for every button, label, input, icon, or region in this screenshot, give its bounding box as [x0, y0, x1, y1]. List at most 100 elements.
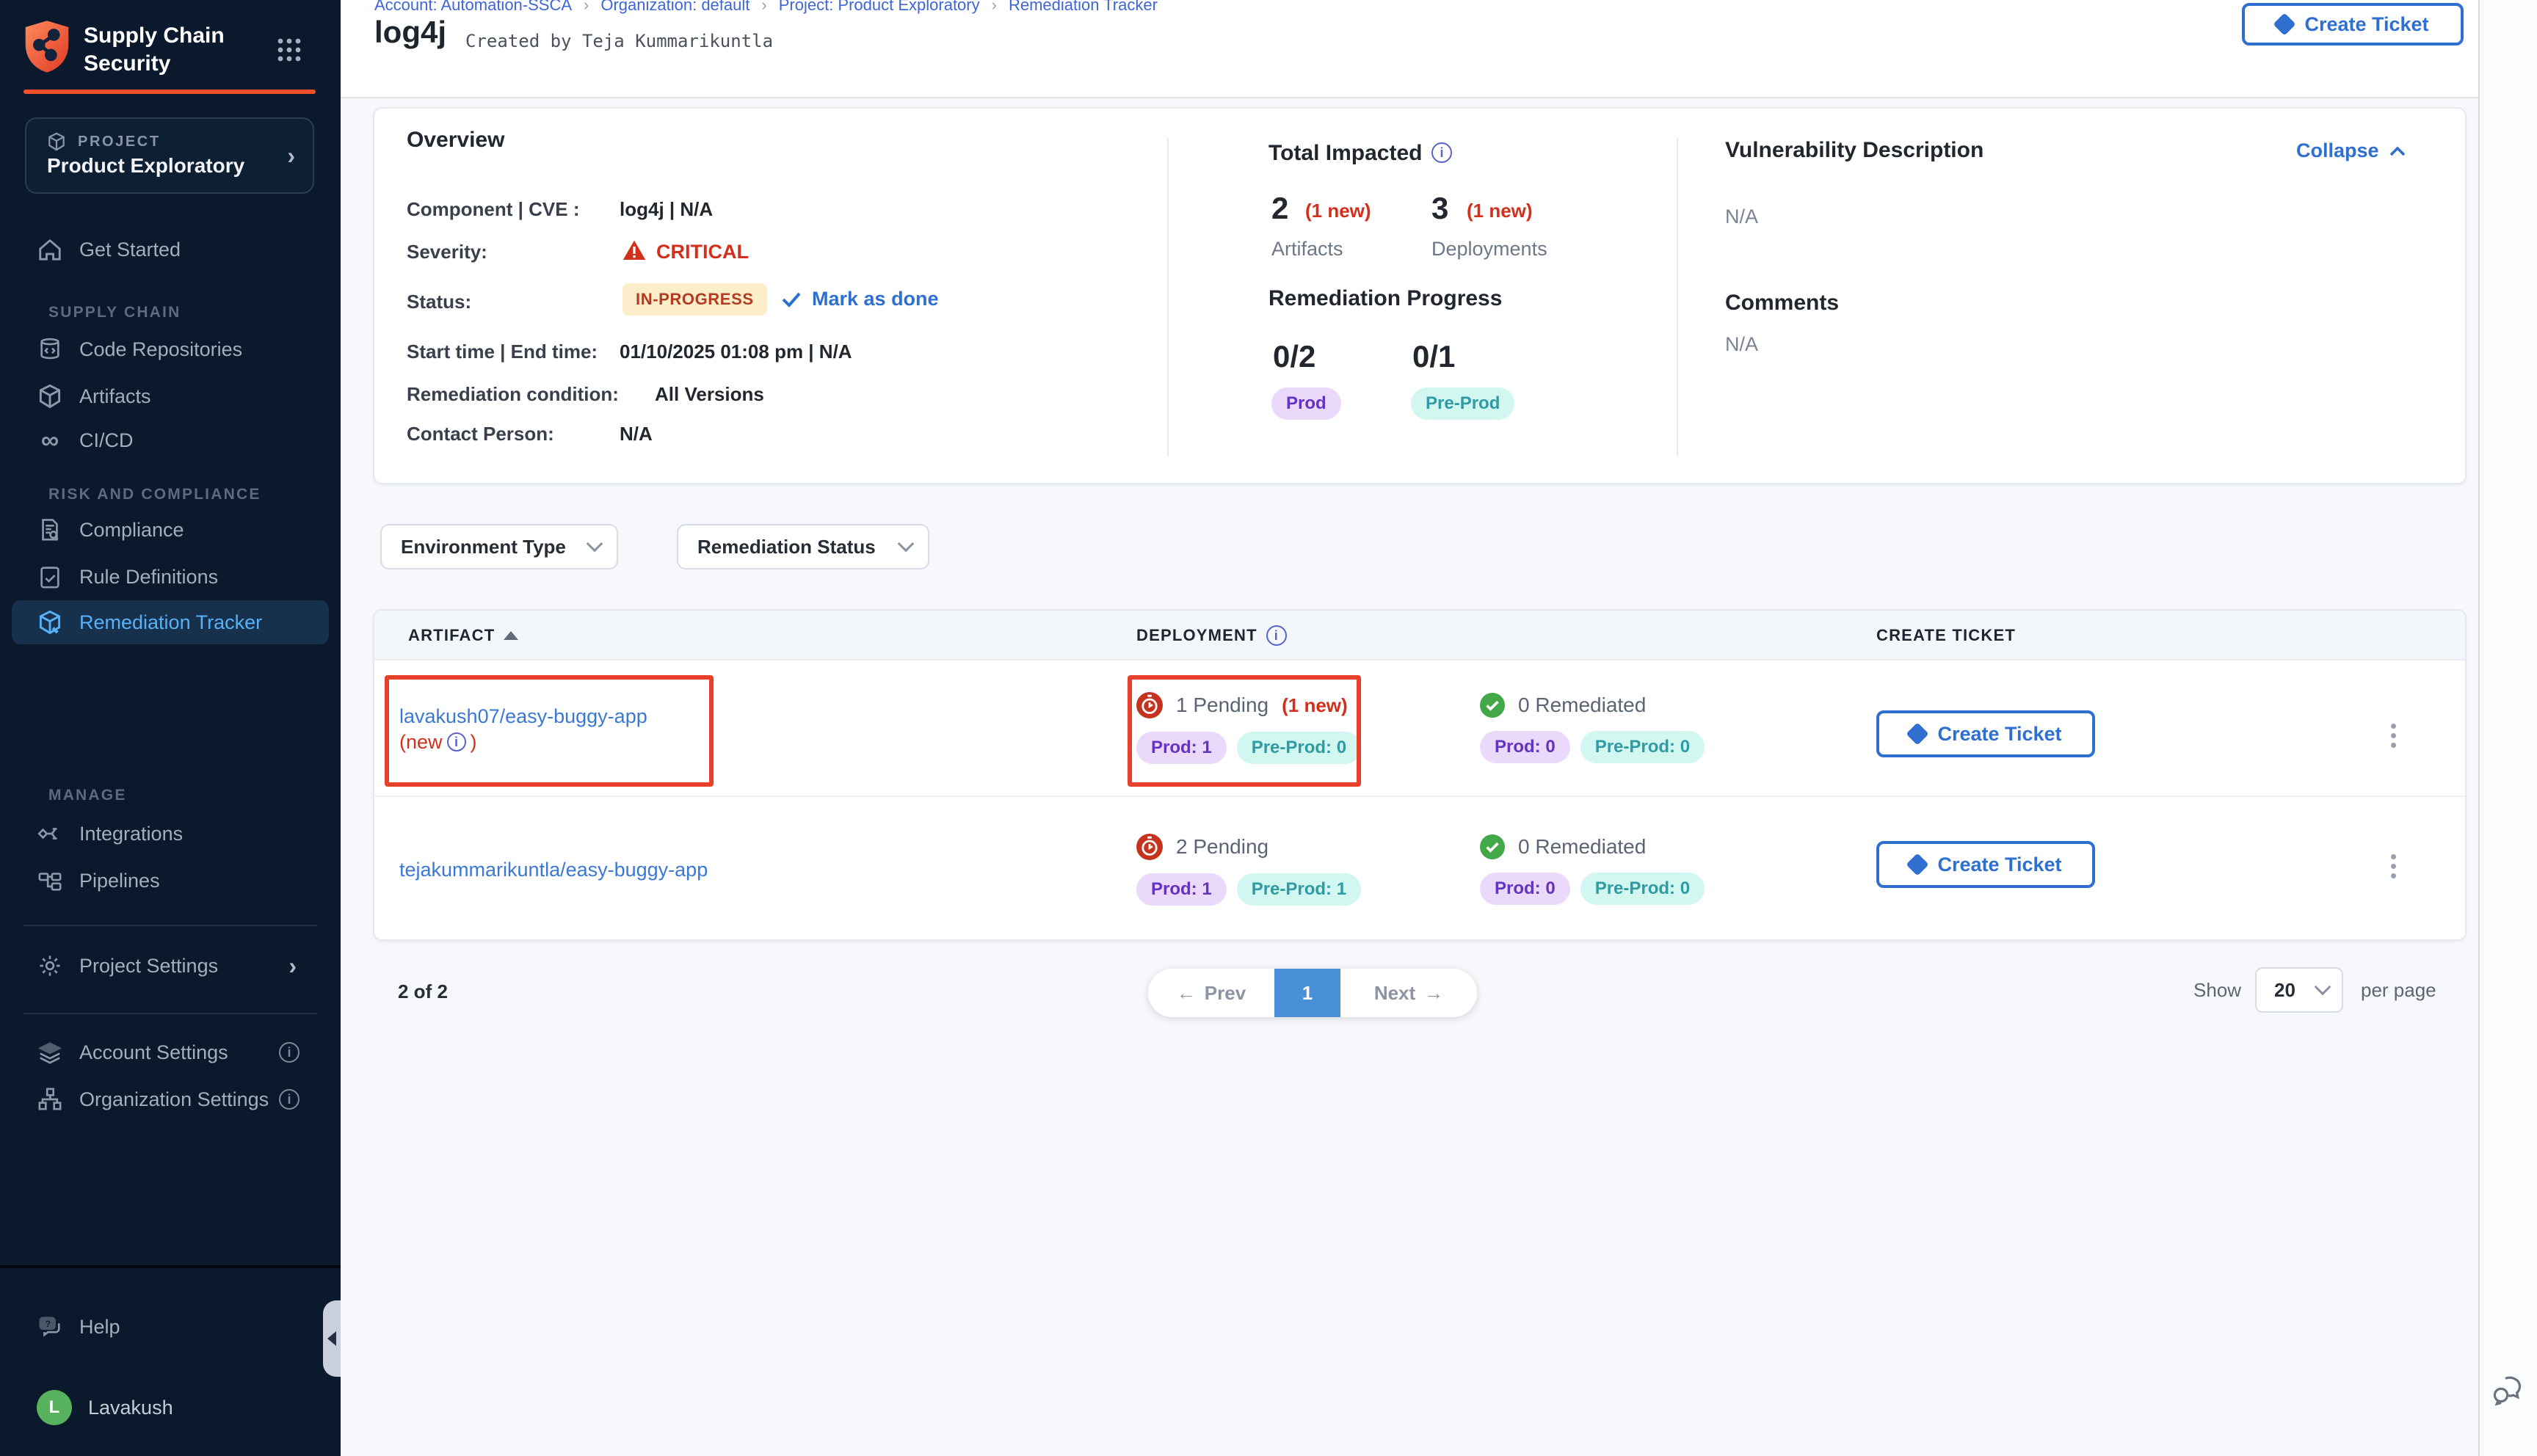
breadcrumb-account[interactable]: Account: Automation-SSCA	[374, 0, 572, 15]
total-impacted-heading: Total Impacted	[1268, 141, 1422, 166]
impacted-artifacts-label: Artifacts	[1271, 238, 1343, 261]
create-ticket-button-row[interactable]: Create Ticket	[1876, 710, 2095, 757]
preprod-badge: Pre-Prod: 1	[1237, 873, 1361, 906]
help-chat-icon: ?	[37, 1314, 63, 1340]
pending-count: 2 Pending	[1176, 835, 1268, 859]
user-name: Lavakush	[88, 1397, 173, 1419]
sidebar-item-rule-definitions[interactable]: Rule Definitions	[12, 555, 329, 599]
table-header-row: ARTIFACT DEPLOYMENT i CREATE TICKET	[374, 611, 2465, 660]
clipboard-check-icon	[37, 564, 63, 590]
create-ticket-button-row[interactable]: Create Ticket	[1876, 841, 2095, 888]
column-header-deployment: DEPLOYMENT i	[1136, 611, 1287, 660]
sidebar-item-get-started[interactable]: Get Started	[12, 228, 329, 272]
impacted-artifacts-count: 2	[1271, 191, 1288, 226]
breadcrumb-page[interactable]: Remediation Tracker	[1009, 0, 1158, 15]
project-cube-icon	[47, 132, 66, 151]
mark-as-done-link[interactable]: Mark as done	[781, 288, 939, 310]
breadcrumb-project[interactable]: Project: Product Exploratory	[779, 0, 980, 15]
module-accent-bar	[23, 90, 316, 94]
contact-person-label: Contact Person:	[407, 423, 554, 445]
arrow-right-icon: →	[1424, 982, 1443, 1005]
page-number-button[interactable]: 1	[1274, 969, 1340, 1017]
severity-label: Severity:	[407, 241, 487, 263]
app-logo-shield-icon	[22, 19, 72, 75]
remediated-check-icon	[1480, 834, 1505, 859]
row-menu-kebab-icon[interactable]	[2378, 848, 2408, 884]
artifact-cell: tejakummarikuntla/easy-buggy-app	[399, 797, 708, 941]
warning-triangle-icon	[623, 239, 646, 261]
sidebar-item-code-repositories[interactable]: Code Repositories	[12, 327, 329, 371]
ticket-diamond-icon	[2273, 12, 2296, 35]
prod-badge: Prod	[1271, 387, 1341, 420]
preprod-badge: Pre-Prod	[1411, 387, 1514, 420]
remediation-tracker-icon	[37, 609, 63, 636]
prev-page-button[interactable]: ← Prev	[1148, 969, 1274, 1017]
info-icon[interactable]: i	[1431, 142, 1452, 163]
info-icon[interactable]: i	[1266, 625, 1287, 646]
artifact-link[interactable]: tejakummarikuntla/easy-buggy-app	[399, 856, 708, 883]
sidebar-item-account-settings[interactable]: Account Settings i	[12, 1030, 329, 1074]
component-cve-label: Component | CVE :	[407, 198, 580, 221]
impacted-artifacts-new: (1 new)	[1305, 200, 1371, 222]
pending-new: (1 new)	[1282, 694, 1348, 717]
remediated-cell: 0 Remediated Prod: 0 Pre-Prod: 0	[1480, 660, 1705, 796]
layers-icon	[37, 1039, 63, 1066]
sidebar-divider	[23, 1013, 317, 1014]
pending-count: 1 Pending	[1176, 694, 1268, 717]
section-title-manage: MANAGE	[48, 787, 127, 804]
sidebar-item-organization-settings[interactable]: Organization Settings i	[12, 1077, 329, 1121]
preprod-badge: Pre-Prod: 0	[1580, 731, 1705, 763]
page-size-select[interactable]: 20	[2255, 967, 2343, 1013]
prod-badge: Prod: 1	[1136, 732, 1227, 764]
sidebar-item-integrations[interactable]: Integrations	[12, 812, 329, 856]
breadcrumb-organization[interactable]: Organization: default	[600, 0, 750, 15]
sidebar-bottom-divider	[0, 1265, 341, 1268]
chevron-up-icon	[2389, 146, 2406, 156]
remediation-condition-value: All Versions	[655, 383, 764, 406]
support-chat-icon[interactable]	[2491, 1374, 2525, 1406]
create-ticket-button-header[interactable]: Create Ticket	[2242, 3, 2464, 46]
contact-person-value: N/A	[620, 423, 653, 445]
sidebar-item-help[interactable]: ? Help	[12, 1305, 329, 1349]
user-menu[interactable]: L Lavakush	[12, 1386, 329, 1430]
pagination: ← Prev 1 Next →	[1148, 969, 1477, 1017]
gear-icon	[37, 953, 63, 979]
info-icon[interactable]: i	[279, 1089, 300, 1110]
chevron-right-icon: ›	[288, 954, 297, 978]
artifacts-cube-icon	[37, 383, 63, 410]
info-icon[interactable]: i	[447, 732, 466, 751]
environment-type-dropdown[interactable]: Environment Type	[380, 524, 618, 569]
sidebar-collapse-handle[interactable]	[323, 1300, 341, 1377]
remediation-status-dropdown[interactable]: Remediation Status	[677, 524, 929, 569]
sidebar-item-compliance[interactable]: Compliance	[12, 508, 329, 552]
infinity-icon: ∞	[37, 427, 63, 454]
sidebar-item-artifacts[interactable]: Artifacts	[12, 374, 329, 418]
collapse-link[interactable]: Collapse	[2296, 139, 2406, 162]
sidebar-item-remediation-tracker[interactable]: Remediation Tracker	[12, 600, 329, 644]
code-repository-icon	[37, 336, 63, 363]
sidebar-item-project-settings[interactable]: Project Settings ›	[12, 944, 329, 988]
module-grid-icon[interactable]	[277, 38, 301, 62]
status-label: Status:	[407, 291, 471, 313]
info-icon[interactable]: i	[279, 1042, 300, 1063]
next-page-button[interactable]: Next →	[1340, 969, 1477, 1017]
sidebar: Supply Chain Security PROJECT Product Ex…	[0, 0, 341, 1456]
project-selector[interactable]: PROJECT Product Exploratory ›	[25, 117, 314, 194]
sidebar-item-pipelines[interactable]: Pipelines	[12, 859, 329, 903]
svg-text:?: ?	[46, 1319, 51, 1329]
status-badge: IN-PROGRESS	[623, 283, 767, 316]
check-icon	[781, 291, 802, 307]
pending-icon	[1136, 692, 1163, 718]
app-title: Supply Chain Security	[84, 22, 267, 78]
artifact-link[interactable]: lavakush07/easy-buggy-app	[399, 703, 647, 729]
prod-badge: Prod: 1	[1136, 873, 1227, 906]
card-divider	[1167, 138, 1169, 456]
deployment-cell: 2 Pending Prod: 1 Pre-Prod: 1	[1136, 797, 1361, 941]
column-header-artifact[interactable]: ARTIFACT	[408, 611, 518, 660]
row-menu-kebab-icon[interactable]	[2378, 718, 2408, 753]
section-title-supply-chain: SUPPLY CHAIN	[48, 304, 181, 321]
time-value: 01/10/2025 01:08 pm | N/A	[620, 341, 852, 363]
remediated-count: 0 Remediated	[1518, 694, 1646, 717]
sidebar-item-cicd[interactable]: ∞ CI/CD	[12, 418, 329, 462]
component-cve-value: log4j | N/A	[620, 198, 713, 221]
